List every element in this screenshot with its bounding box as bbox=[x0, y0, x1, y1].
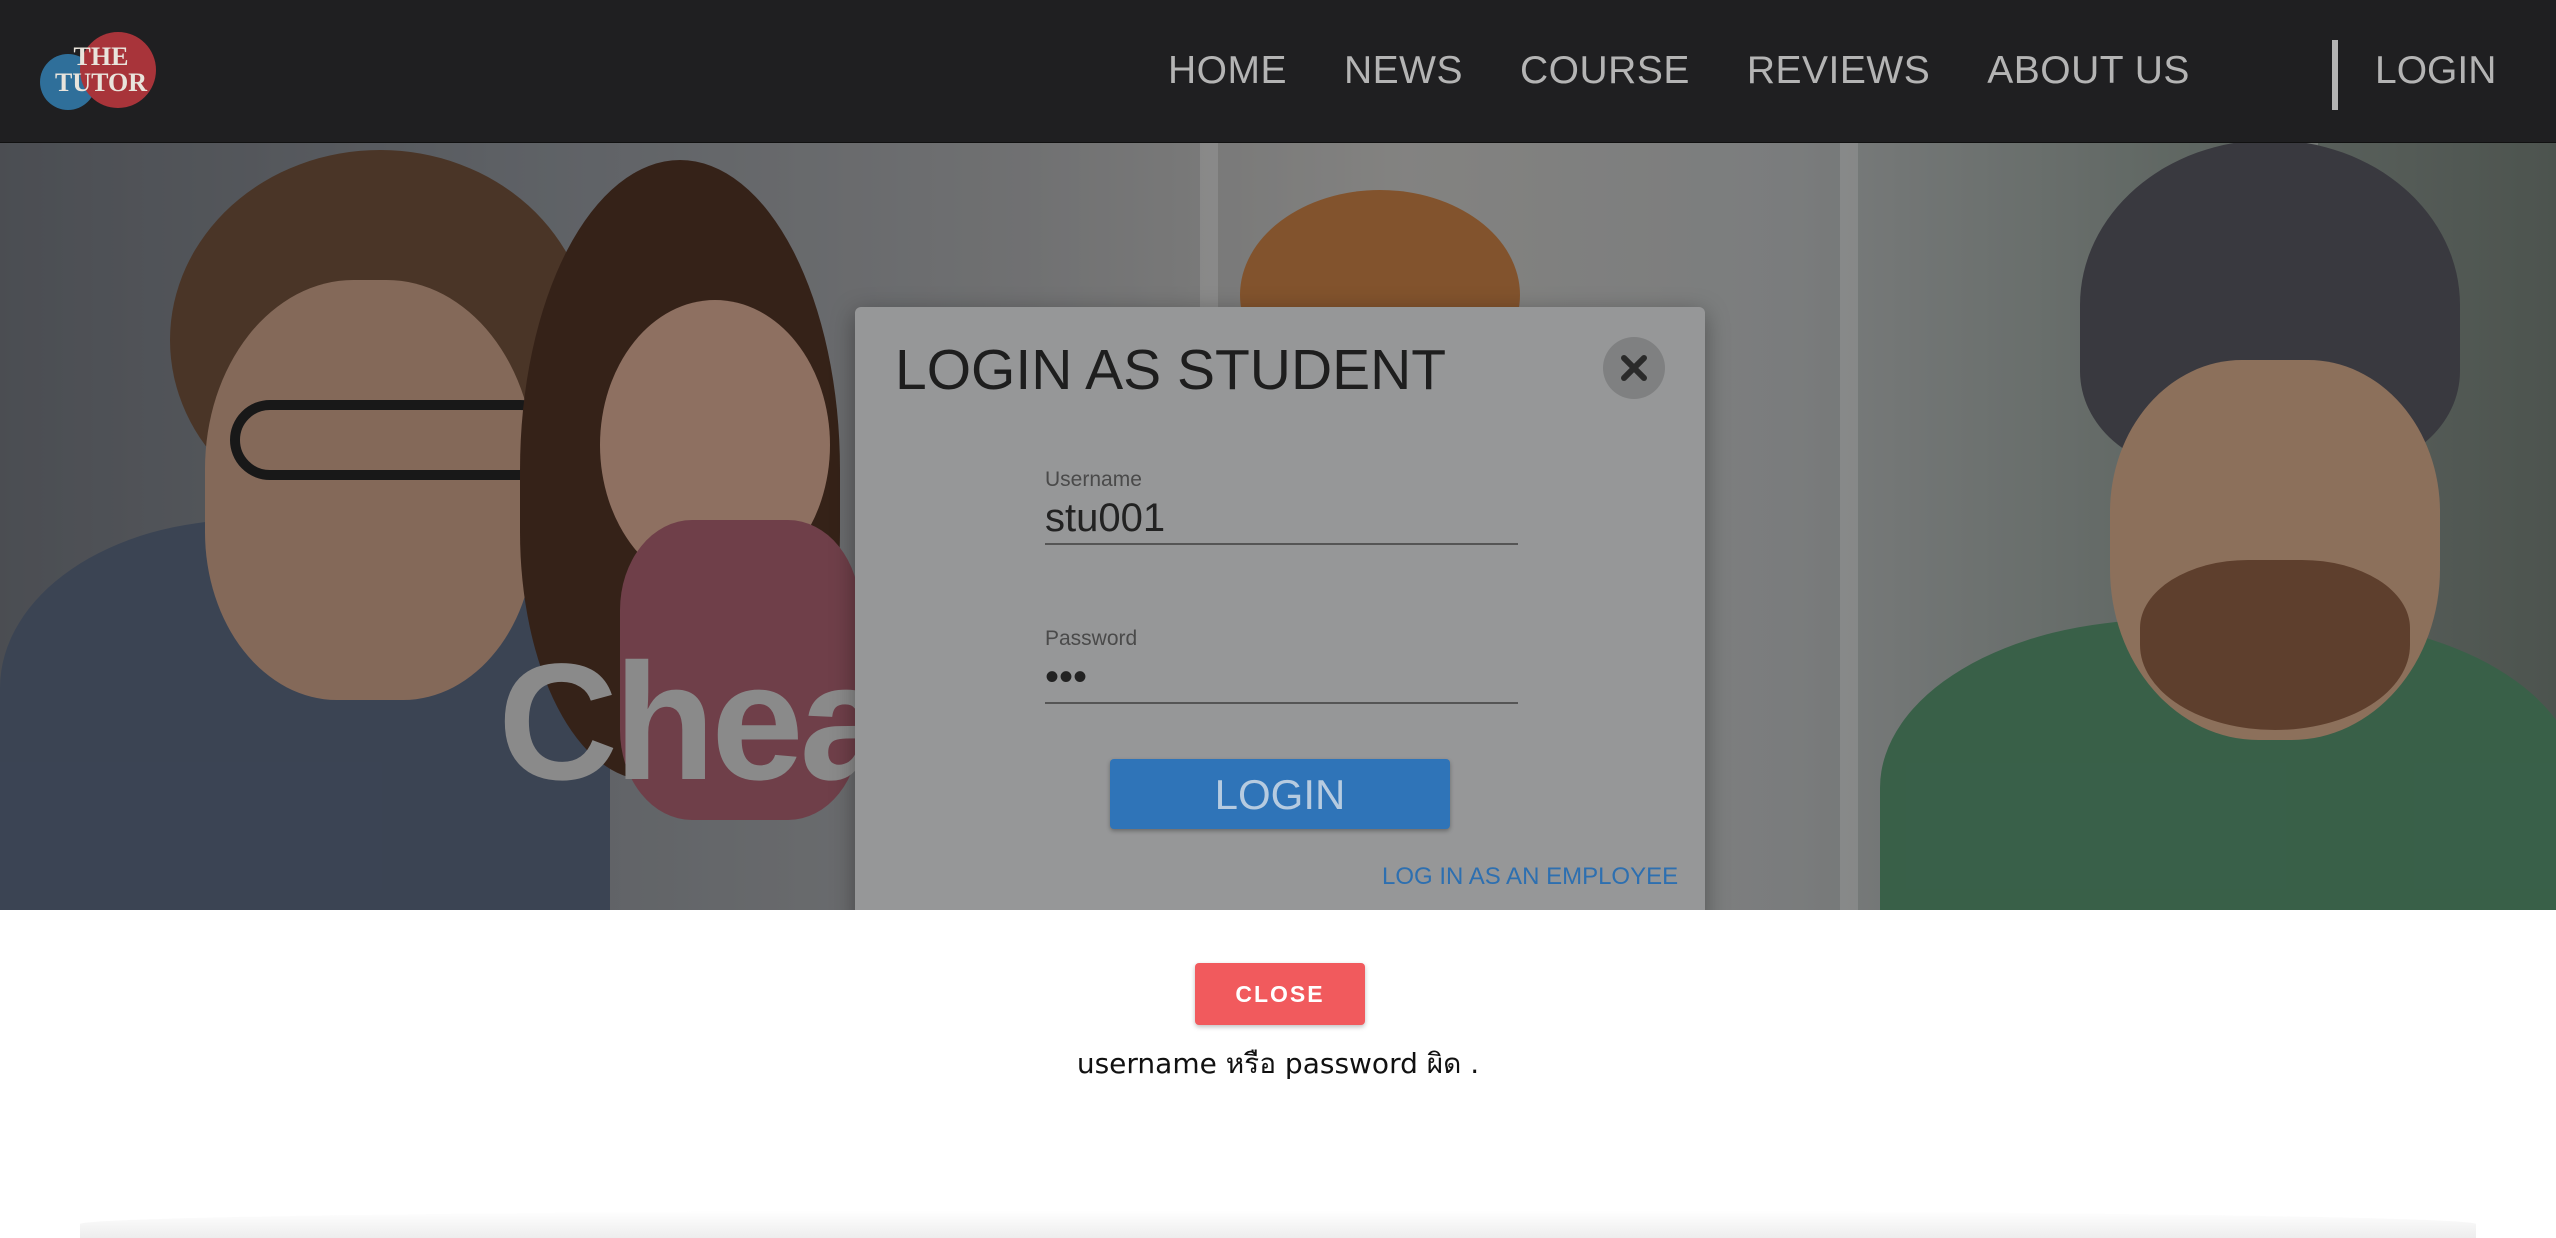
logo-text-line-1: THE bbox=[73, 42, 129, 71]
hero-title: Chea bbox=[498, 630, 892, 815]
nav-divider bbox=[2332, 40, 2338, 110]
error-notification: CLOSE username หรือ password ผิด . bbox=[0, 910, 2556, 1238]
logo-text: THE TUTOR bbox=[46, 44, 156, 96]
nav-link-home[interactable]: HOME bbox=[1168, 48, 1287, 94]
username-input[interactable] bbox=[1045, 493, 1518, 545]
close-x-icon bbox=[1621, 355, 1647, 381]
password-input[interactable] bbox=[1045, 652, 1518, 704]
username-label: Username bbox=[1045, 468, 1142, 491]
password-label: Password bbox=[1045, 627, 1138, 650]
modal-title: LOGIN AS STUDENT bbox=[895, 338, 1447, 402]
notification-bottom-shadow bbox=[80, 1210, 2476, 1238]
login-button[interactable]: LOGIN bbox=[1110, 759, 1450, 829]
nav-link-news[interactable]: NEWS bbox=[1344, 48, 1463, 94]
password-field: Password bbox=[1045, 626, 1518, 704]
top-navbar: THE TUTOR HOME NEWS COURSE REVIEWS ABOUT… bbox=[0, 0, 2556, 143]
site-logo[interactable]: THE TUTOR bbox=[40, 28, 160, 112]
logo-text-line-2: TUTOR bbox=[55, 68, 147, 97]
notification-close-button[interactable]: CLOSE bbox=[1195, 963, 1365, 1025]
nav-link-course[interactable]: COURSE bbox=[1520, 48, 1690, 94]
nav-links: HOME NEWS COURSE REVIEWS ABOUT US bbox=[1168, 48, 2247, 94]
login-as-employee-link[interactable]: LOG IN AS AN EMPLOYEE bbox=[1382, 863, 1678, 891]
modal-close-button[interactable] bbox=[1603, 337, 1665, 399]
username-field: Username bbox=[1045, 467, 1518, 545]
notification-message: username หรือ password ผิด . bbox=[1076, 1047, 1480, 1080]
nav-login-link[interactable]: LOGIN bbox=[2375, 48, 2496, 94]
nav-link-reviews[interactable]: REVIEWS bbox=[1747, 48, 1930, 94]
login-modal: LOGIN AS STUDENT Username Password LOGIN… bbox=[855, 307, 1705, 927]
nav-link-about-us[interactable]: ABOUT US bbox=[1987, 48, 2190, 94]
